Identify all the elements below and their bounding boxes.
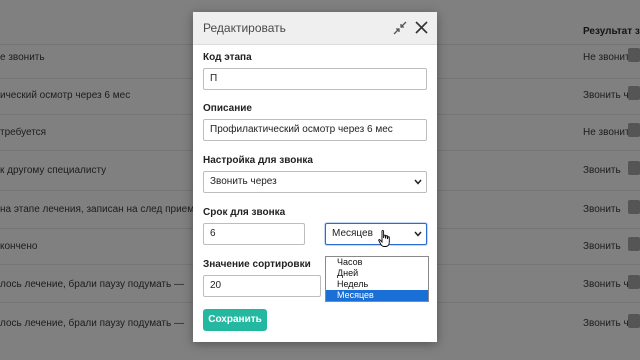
bg-row-action (628, 275, 640, 289)
bg-row-result: Звонить (583, 204, 621, 215)
bg-row-action (628, 48, 640, 62)
option-weeks[interactable]: Недель (326, 279, 428, 290)
option-months[interactable]: Месяцев (326, 290, 428, 301)
bg-row-text: лось лечение, брали паузу подумать — (0, 279, 184, 290)
bg-row-action (628, 314, 640, 328)
bg-row-action (628, 123, 640, 137)
bg-row-text: лось лечение, брали паузу подумать — (0, 318, 184, 329)
call-setting-value: Звонить через (210, 176, 277, 187)
call-unit-value: Месяцев (332, 228, 373, 239)
result-column-header: Результат зв (583, 26, 640, 37)
option-days[interactable]: Дней (326, 268, 428, 279)
option-hours[interactable]: Часов (326, 257, 428, 268)
collapse-icon[interactable] (392, 20, 408, 36)
call-unit-select[interactable]: Месяцев (325, 223, 427, 245)
call-term-label: Срок для звонка (203, 207, 286, 218)
bg-row-result: Звонить (583, 241, 621, 252)
chevron-down-icon (414, 231, 422, 237)
call-term-input[interactable]: 6 (203, 223, 305, 245)
description-label: Описание (203, 103, 252, 114)
sort-value-input[interactable]: 20 (203, 275, 321, 297)
dialog-title: Редактировать (203, 21, 286, 35)
bg-row-text: е звонить (0, 52, 45, 63)
bg-row-text: ический осмотр через 6 мес (0, 90, 131, 101)
dialog-header: Редактировать (193, 12, 437, 45)
call-setting-label: Настройка для звонка (203, 155, 313, 166)
save-button[interactable]: Сохранить (203, 309, 267, 331)
bg-row-text: кончено (0, 241, 38, 252)
edit-dialog: Редактировать Код этапа П Описание Профи… (193, 12, 437, 342)
bg-row-action (628, 161, 640, 175)
bg-row-action (628, 237, 640, 251)
bg-row-result: Звонить (583, 165, 621, 176)
description-input[interactable]: Профилактический осмотр через 6 мес (203, 119, 427, 141)
call-unit-dropdown: Часов Дней Недель Месяцев (325, 256, 429, 302)
hand-cursor-icon (378, 230, 390, 247)
bg-row-action (628, 200, 640, 214)
stage-code-label: Код этапа (203, 52, 252, 63)
close-icon[interactable] (413, 19, 430, 36)
chevron-down-icon (414, 179, 422, 185)
bg-row-text: требуется (0, 127, 47, 138)
bg-row-text: на этапе лечения, записан на след прием. (0, 204, 197, 215)
call-setting-select[interactable]: Звонить через (203, 171, 427, 193)
sort-value-label: Значение сортировки (203, 259, 311, 270)
stage-code-input[interactable]: П (203, 68, 427, 90)
bg-row-action (628, 86, 640, 100)
bg-row-text: к другому специалисту (0, 165, 107, 176)
